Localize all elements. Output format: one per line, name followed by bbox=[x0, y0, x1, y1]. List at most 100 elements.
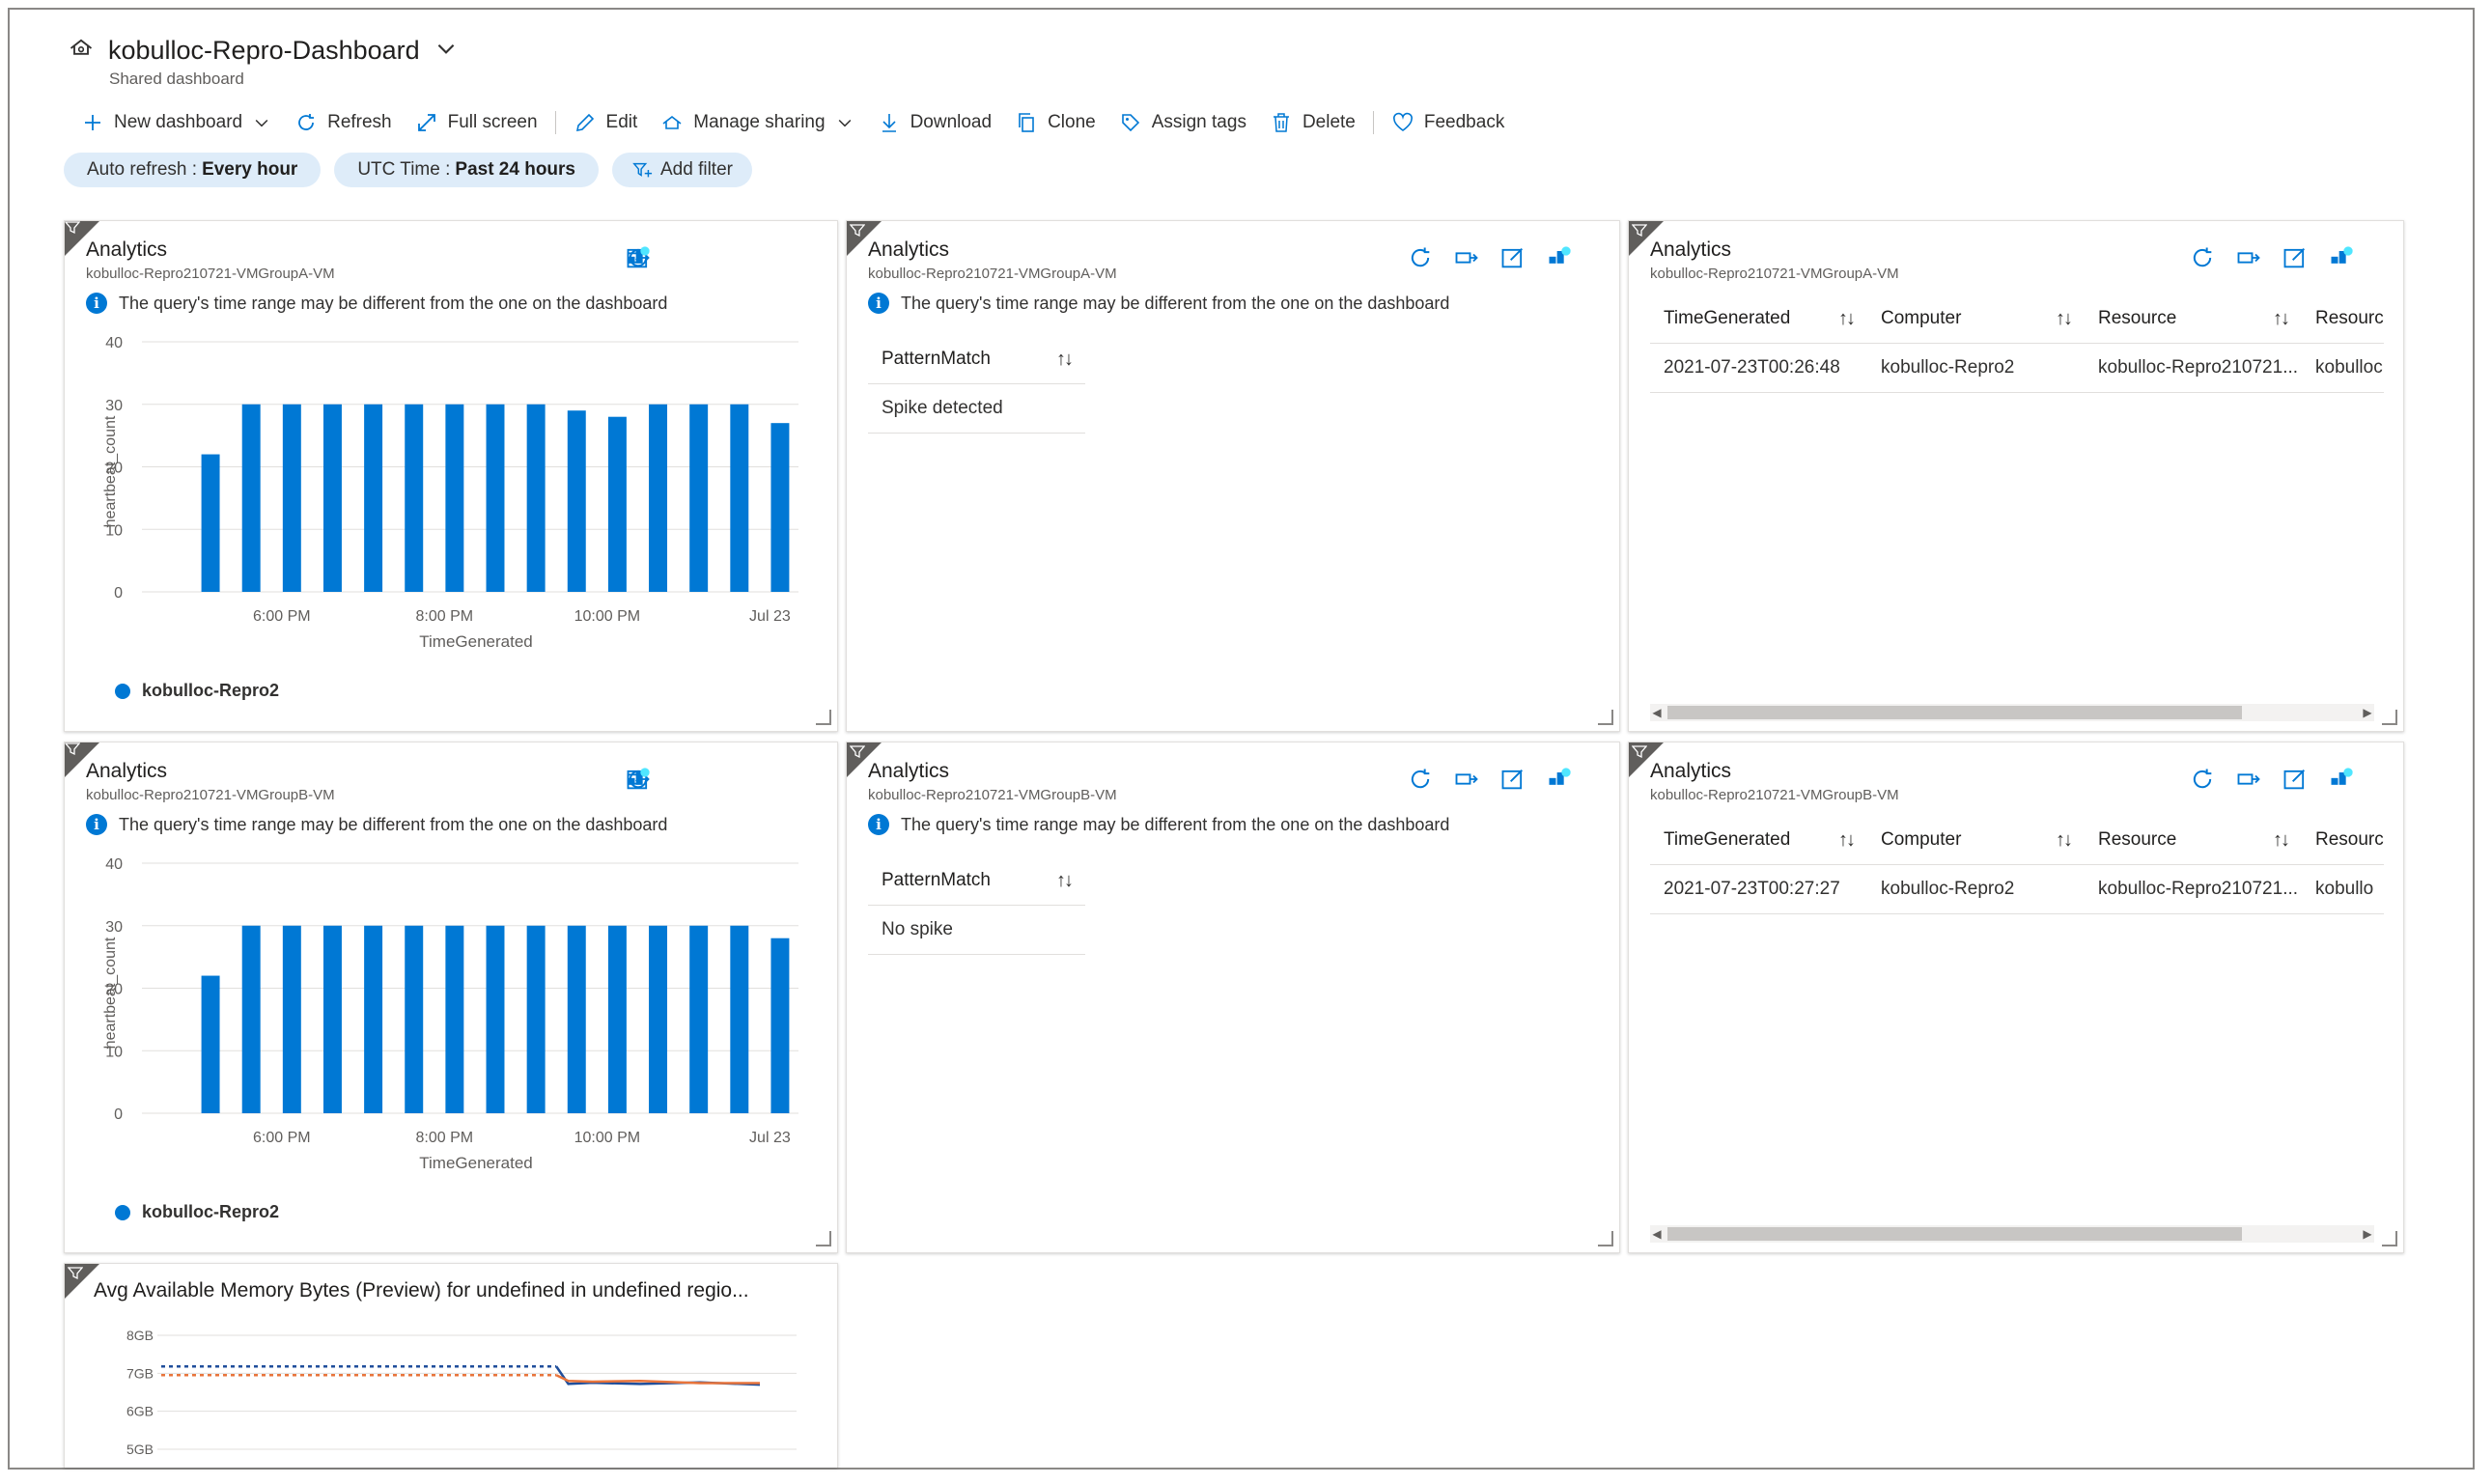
edit-tile-icon[interactable] bbox=[1499, 766, 1526, 793]
bar bbox=[201, 975, 220, 1113]
x-tick-label: 8:00 PM bbox=[416, 1130, 474, 1146]
scrollbar-thumb[interactable] bbox=[1667, 1227, 2242, 1241]
column-header[interactable]: TimeGenerated ↑↓ bbox=[1650, 829, 1867, 852]
y-tick-label: 6GB bbox=[126, 1404, 154, 1419]
legend-label: kobulloc-Repro2 bbox=[142, 1202, 280, 1221]
open-editing-icon[interactable] bbox=[2235, 244, 2262, 271]
table-row: No spike bbox=[868, 906, 1085, 955]
y-tick-label: 30 bbox=[105, 919, 123, 936]
logs-icon[interactable] bbox=[1546, 244, 1573, 271]
edit-tile-icon[interactable] bbox=[2282, 766, 2309, 793]
tile-title: Analytics bbox=[868, 238, 950, 261]
resize-handle[interactable] bbox=[816, 1231, 831, 1246]
new-dashboard-label: New dashboard bbox=[114, 112, 243, 132]
scroll-right-icon[interactable]: ▶ bbox=[2361, 704, 2374, 721]
chart-legend[interactable]: kobulloc-Repro2 bbox=[115, 1202, 279, 1222]
tile-pattern-group-b: Analytics kobulloc-Repro210721-VMGroupB-… bbox=[846, 742, 1620, 1253]
results-table: PatternMatch ↑↓ No spike bbox=[868, 856, 1085, 955]
resize-handle[interactable] bbox=[2382, 710, 2397, 725]
tile-subtitle: kobulloc-Repro210721-VMGroupA-VM bbox=[1650, 266, 1899, 282]
table-cell: Spike detected bbox=[882, 398, 1003, 418]
logs-icon[interactable] bbox=[1546, 766, 1573, 793]
horizontal-scrollbar[interactable]: ◀ ▶ bbox=[1650, 704, 2374, 721]
open-editing-icon[interactable] bbox=[1453, 766, 1480, 793]
edit-tile-icon[interactable] bbox=[2282, 244, 2309, 271]
refresh-icon[interactable] bbox=[1407, 244, 1434, 271]
scroll-left-icon[interactable]: ◀ bbox=[1650, 704, 1664, 721]
column-header[interactable]: Computer ↑↓ bbox=[1867, 308, 2085, 330]
feedback-button[interactable]: Feedback bbox=[1380, 106, 1516, 139]
open-editing-icon[interactable] bbox=[1453, 244, 1480, 271]
download-button[interactable]: Download bbox=[866, 106, 1004, 139]
tile-pattern-group-a: Analytics kobulloc-Repro210721-VMGroupA-… bbox=[846, 220, 1620, 732]
auto-refresh-value: Every hour bbox=[202, 159, 298, 180]
column-header[interactable]: Computer ↑↓ bbox=[1867, 829, 2085, 852]
delete-button[interactable]: Delete bbox=[1258, 106, 1367, 139]
column-header[interactable]: PatternMatch ↑↓ bbox=[868, 856, 1085, 906]
logs-icon[interactable] bbox=[2328, 766, 2355, 793]
scroll-right-icon[interactable]: ▶ bbox=[2361, 1225, 2374, 1243]
resize-handle[interactable] bbox=[1598, 710, 1613, 725]
filter-icon bbox=[850, 224, 865, 238]
column-header[interactable]: PatternMatch ↑↓ bbox=[868, 335, 1085, 384]
resize-handle[interactable] bbox=[816, 710, 831, 725]
add-filter-button[interactable]: Add filter bbox=[612, 153, 752, 187]
column-header[interactable]: Resourc bbox=[2302, 308, 2403, 329]
open-editing-icon[interactable] bbox=[2235, 766, 2262, 793]
logs-icon[interactable] bbox=[2328, 244, 2355, 271]
scrollbar-thumb[interactable] bbox=[1667, 706, 2242, 719]
time-range-pill[interactable]: UTC Time : Past 24 hours bbox=[334, 153, 599, 187]
bar bbox=[649, 404, 668, 592]
refresh-icon[interactable] bbox=[2189, 244, 2216, 271]
refresh-button[interactable]: Refresh bbox=[283, 106, 404, 139]
assign-tags-button[interactable]: Assign tags bbox=[1107, 106, 1258, 139]
column-header[interactable]: Resource ↑↓ bbox=[2085, 308, 2302, 330]
new-dashboard-button[interactable]: New dashboard bbox=[70, 106, 283, 139]
edit-tile-icon[interactable] bbox=[1499, 244, 1526, 271]
tile-table-group-b: Analytics kobulloc-Repro210721-VMGroupB-… bbox=[1628, 742, 2404, 1253]
column-header-label: Resource bbox=[2098, 829, 2177, 850]
bar bbox=[322, 404, 342, 592]
sort-icon: ↑↓ bbox=[1056, 869, 1074, 891]
time-range-info: i The query's time range may be differen… bbox=[868, 814, 1449, 835]
column-header[interactable]: Resourc bbox=[2302, 829, 2403, 851]
resize-handle[interactable] bbox=[1598, 1231, 1613, 1246]
sort-icon: ↑↓ bbox=[1838, 828, 1856, 851]
chart-legend[interactable]: kobulloc-Repro2 bbox=[115, 681, 279, 701]
auto-refresh-pill[interactable]: Auto refresh : Every hour bbox=[64, 153, 322, 187]
refresh-icon[interactable] bbox=[1407, 766, 1434, 793]
dashboard-subtitle: Shared dashboard bbox=[109, 70, 244, 88]
bar bbox=[770, 938, 790, 1113]
auto-refresh-label: Auto refresh : bbox=[87, 159, 198, 180]
y-tick-label: 30 bbox=[105, 398, 123, 414]
column-header[interactable]: Resource ↑↓ bbox=[2085, 829, 2302, 852]
download-label: Download bbox=[910, 112, 993, 132]
chevron-down-icon[interactable] bbox=[434, 36, 459, 66]
manage-sharing-button[interactable]: Manage sharing bbox=[649, 106, 865, 139]
time-range-value: Past 24 hours bbox=[455, 159, 575, 180]
edit-button[interactable]: Edit bbox=[562, 106, 650, 139]
clone-button[interactable]: Clone bbox=[1003, 106, 1107, 139]
add-filter-icon bbox=[632, 162, 653, 178]
info-icon: i bbox=[868, 293, 889, 314]
filter-icon bbox=[850, 745, 865, 759]
filter-bar: Auto refresh : Every hour UTC Time : Pas… bbox=[64, 153, 752, 187]
bar bbox=[526, 404, 546, 592]
column-header-label: Resourc bbox=[2315, 829, 2384, 850]
column-header-label: PatternMatch bbox=[882, 870, 991, 890]
tile-title: Analytics bbox=[868, 760, 950, 782]
refresh-icon[interactable] bbox=[2189, 766, 2216, 793]
bar bbox=[282, 404, 301, 592]
sort-icon: ↑↓ bbox=[2273, 828, 2290, 851]
bar bbox=[567, 925, 586, 1113]
page-title: kobulloc-Repro-Dashboard bbox=[108, 36, 420, 65]
full-screen-button[interactable]: Full screen bbox=[404, 106, 549, 139]
scroll-left-icon[interactable]: ◀ bbox=[1650, 1225, 1664, 1243]
table-cell: kobulloc-Repro2 bbox=[1881, 357, 2015, 378]
resize-handle[interactable] bbox=[2382, 1231, 2397, 1246]
x-tick-label: 6:00 PM bbox=[253, 608, 311, 625]
column-header[interactable]: TimeGenerated ↑↓ bbox=[1650, 308, 1867, 330]
bar bbox=[607, 416, 627, 592]
series-line bbox=[555, 1374, 760, 1385]
horizontal-scrollbar[interactable]: ◀ ▶ bbox=[1650, 1225, 2374, 1243]
